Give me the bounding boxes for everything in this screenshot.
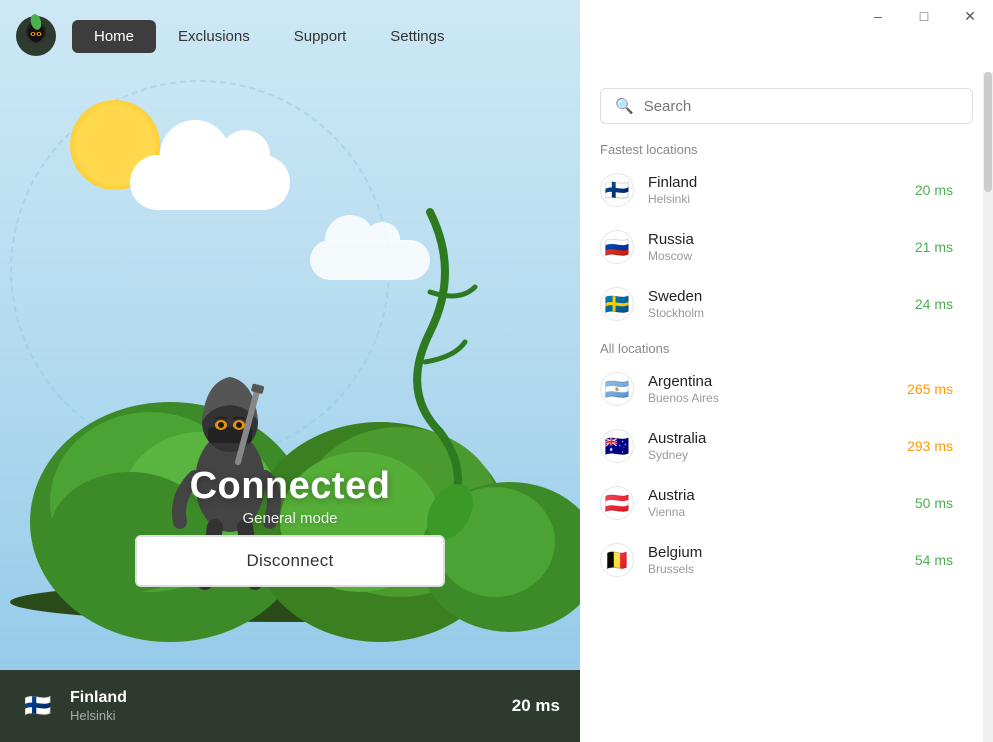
loc-city: Sydney [648, 448, 907, 462]
loc-city: Buenos Aires [648, 391, 907, 405]
location-item[interactable]: 🇦🇺 Australia Sydney 293 ms [580, 418, 973, 474]
search-icon: 🔍 [615, 97, 634, 115]
flag-finland: 🇫🇮 [600, 173, 634, 207]
loc-info-russia: Russia Moscow [648, 231, 915, 263]
disconnect-button[interactable]: Disconnect [135, 535, 445, 587]
search-bar: 🔍 [600, 88, 973, 124]
loc-country: Australia [648, 430, 907, 447]
disconnect-button-wrap: Disconnect [135, 535, 445, 587]
tab-exclusions[interactable]: Exclusions [156, 20, 272, 53]
minimize-button[interactable]: – [855, 0, 901, 32]
status-country: Finland [70, 689, 512, 707]
loc-info-finland: Finland Helsinki [648, 174, 915, 206]
nav-tabs: Home Exclusions Support Settings [72, 0, 466, 72]
flag-austria: 🇦🇹 [600, 486, 634, 520]
close-button[interactable]: ✕ [947, 0, 993, 32]
location-item[interactable]: 🇷🇺 Russia Moscow 21 ms [580, 219, 973, 275]
status-bar: 🇫🇮 Finland Helsinki 20 ms [0, 670, 580, 742]
maximize-button[interactable]: □ [901, 0, 947, 32]
logo [10, 10, 62, 62]
status-city: Helsinki [70, 708, 512, 723]
search-input[interactable] [644, 98, 958, 115]
location-item[interactable]: 🇸🇪 Sweden Stockholm 24 ms [580, 276, 973, 332]
loc-country: Argentina [648, 373, 907, 390]
titlebar: – □ ✕ [855, 0, 993, 32]
loc-ping: 24 ms [915, 296, 953, 312]
left-panel: Home Exclusions Support Settings [0, 0, 580, 742]
all-section-label: All locations [580, 333, 983, 360]
tab-settings[interactable]: Settings [368, 20, 466, 53]
loc-country: Finland [648, 174, 915, 191]
navbar: Home Exclusions Support Settings [0, 0, 580, 72]
loc-ping: 20 ms [915, 182, 953, 198]
status-ping: 20 ms [512, 696, 560, 716]
connection-status: Connected [0, 465, 580, 508]
loc-ping: 54 ms [915, 552, 953, 568]
scrollbar-track[interactable] [983, 72, 993, 742]
tab-support[interactable]: Support [272, 20, 369, 53]
flag-russia: 🇷🇺 [600, 230, 634, 264]
flag-belgium: 🇧🇪 [600, 543, 634, 577]
loc-ping: 21 ms [915, 239, 953, 255]
loc-ping: 265 ms [907, 381, 953, 397]
loc-info-australia: Australia Sydney [648, 430, 907, 462]
location-item[interactable]: 🇧🇪 Belgium Brussels 54 ms [580, 532, 973, 588]
loc-country: Belgium [648, 544, 915, 561]
loc-info-belgium: Belgium Brussels [648, 544, 915, 576]
status-area: Connected General mode [0, 465, 580, 527]
app-logo-icon [14, 14, 58, 58]
loc-info-sweden: Sweden Stockholm [648, 288, 915, 320]
loc-city: Stockholm [648, 306, 915, 320]
flag-sweden: 🇸🇪 [600, 287, 634, 321]
loc-info-austria: Austria Vienna [648, 487, 915, 519]
loc-city: Moscow [648, 249, 915, 263]
flag-australia: 🇦🇺 [600, 429, 634, 463]
loc-country: Sweden [648, 288, 915, 305]
location-item[interactable]: 🇫🇮 Finland Helsinki 20 ms [580, 162, 973, 218]
right-panel: 🔍 Fastest locations 🇫🇮 Finland Helsinki … [580, 0, 993, 742]
loc-ping: 50 ms [915, 495, 953, 511]
connection-mode: General mode [0, 510, 580, 527]
cloud1-illustration [130, 155, 290, 210]
loc-city: Brussels [648, 562, 915, 576]
loc-city: Vienna [648, 505, 915, 519]
loc-city: Helsinki [648, 192, 915, 206]
tab-home[interactable]: Home [72, 20, 156, 53]
loc-country: Austria [648, 487, 915, 504]
flag-argentina: 🇦🇷 [600, 372, 634, 406]
loc-info-argentina: Argentina Buenos Aires [648, 373, 907, 405]
scrollbar-thumb[interactable] [984, 72, 992, 192]
location-item[interactable]: 🇦🇹 Austria Vienna 50 ms [580, 475, 973, 531]
fastest-section-label: Fastest locations [580, 134, 983, 161]
status-info: Finland Helsinki [70, 689, 512, 723]
loc-ping: 293 ms [907, 438, 953, 454]
location-item[interactable]: 🇦🇷 Argentina Buenos Aires 265 ms [580, 361, 973, 417]
location-list: Fastest locations 🇫🇮 Finland Helsinki 20… [580, 134, 993, 742]
status-flag: 🇫🇮 [20, 688, 56, 724]
loc-country: Russia [648, 231, 915, 248]
